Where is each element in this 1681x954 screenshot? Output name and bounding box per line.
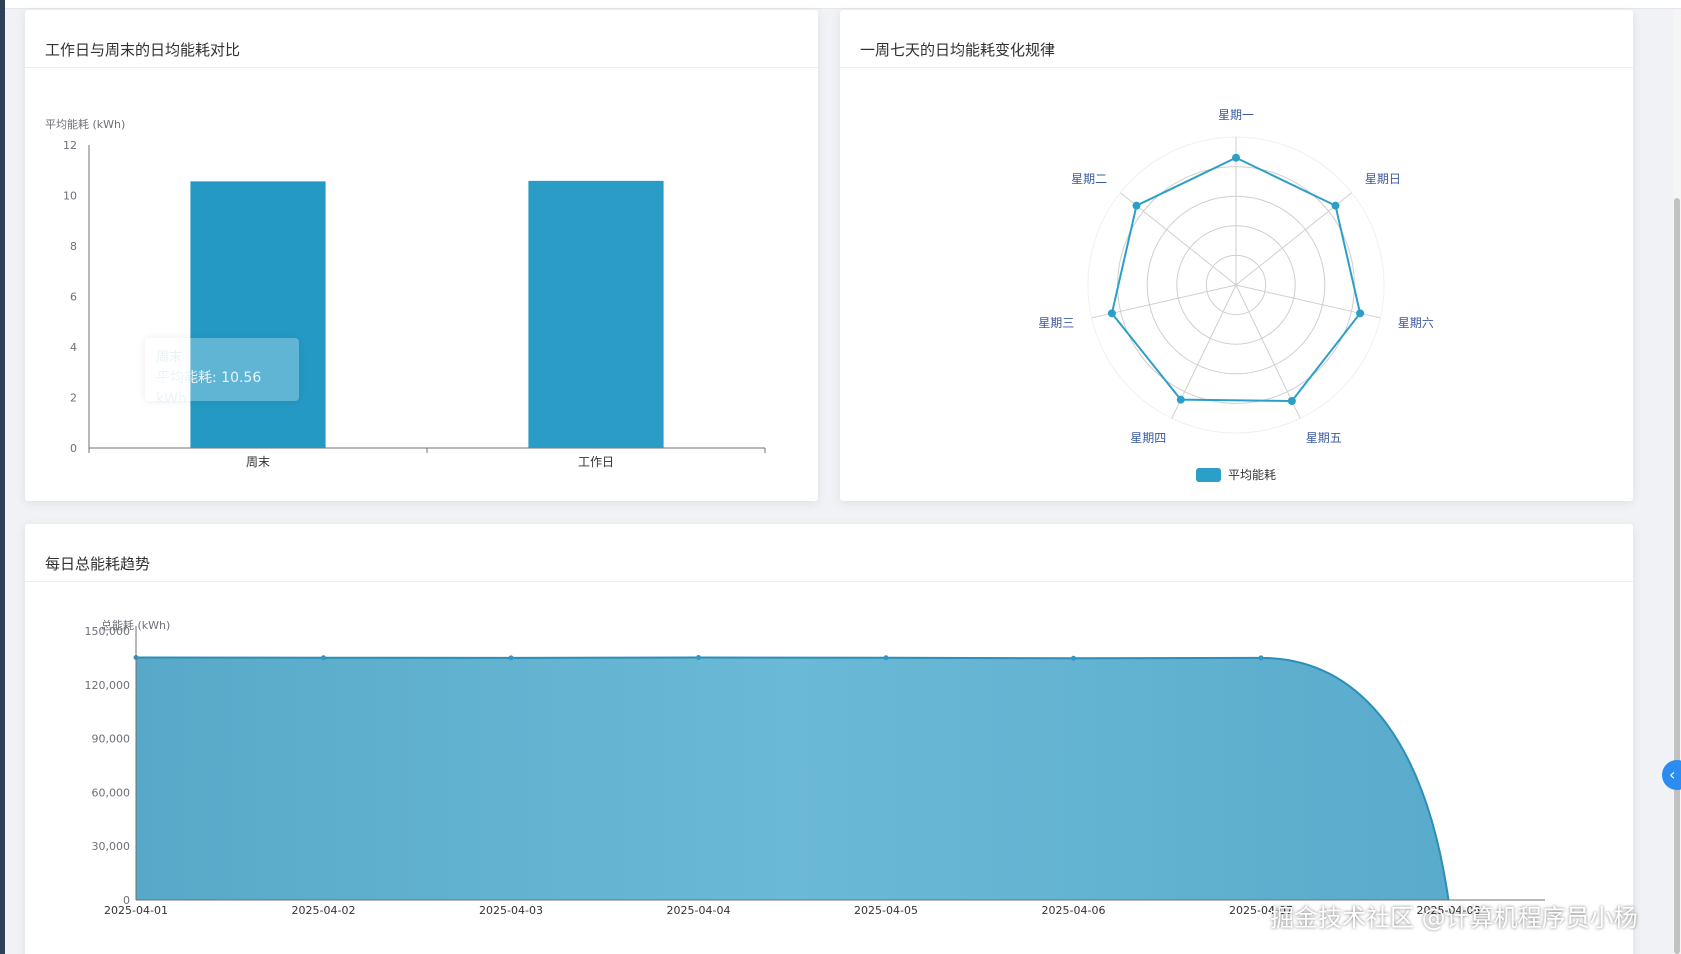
weekday-weekend-card: 工作日与周末的日均能耗对比 平均能耗 (kWh) 0 2 4 6 8 10 12 周末 工作日 周… bbox=[25, 10, 818, 501]
area-point bbox=[1071, 655, 1076, 661]
watermark: 掘金技术社区 @计算机程序员小杨 bbox=[1270, 904, 1638, 932]
radar-point bbox=[1356, 309, 1365, 318]
radar-point bbox=[1331, 201, 1340, 210]
y-tick-label: 12 bbox=[63, 139, 77, 152]
y-tick-label: 120,000 bbox=[85, 679, 131, 692]
x-tick-label: 2025-04-02 bbox=[292, 904, 356, 917]
radar-point bbox=[1132, 201, 1141, 210]
x-tick-label: 工作日 bbox=[578, 455, 614, 469]
y-tick-label: 4 bbox=[70, 341, 77, 354]
radar-indicator-label: 星期四 bbox=[1130, 431, 1166, 445]
y-tick-label: 8 bbox=[70, 240, 77, 253]
y-tick-label: 6 bbox=[70, 291, 77, 304]
chevron-left-icon[interactable]: ‹ bbox=[1662, 760, 1681, 790]
radar-chart: 星期一星期日星期六星期五 星期四 星期三 星期二平均能耗 bbox=[1038, 108, 1434, 482]
x-tick-label: 2025-04-04 bbox=[667, 904, 731, 917]
area-point bbox=[321, 655, 326, 661]
x-tick-label: 2025-04-06 bbox=[1042, 904, 1106, 917]
y-tick-label: 30,000 bbox=[92, 840, 131, 853]
tooltip-value: 平均能耗: 10.56 kWh bbox=[156, 370, 262, 407]
radar-indicator-label: 星期五 bbox=[1306, 431, 1342, 445]
area-point bbox=[883, 655, 889, 661]
area-point bbox=[508, 655, 514, 661]
radar-point bbox=[1176, 395, 1185, 404]
sidebar-edge bbox=[0, 0, 5, 954]
area-chart: 总能耗 (kWh)030,00060,00090,000120,000150,0… bbox=[85, 618, 1545, 917]
x-tick-label: 2025-04-03 bbox=[479, 904, 543, 917]
y-tick-label: 90,000 bbox=[92, 733, 131, 746]
radar-point bbox=[1107, 309, 1116, 318]
radar-indicator-label: 星期三 bbox=[1038, 316, 1074, 330]
y-axis-label: 平均能耗 (kWh) bbox=[45, 117, 125, 131]
bar-chart: 平均能耗 (kWh)024681012周末 工作日 bbox=[45, 117, 766, 469]
chart-tooltip: 周末 平均能耗: 10.56 kWh bbox=[145, 338, 299, 407]
y-tick-label: 0 bbox=[70, 442, 77, 455]
tooltip-category: 周末 bbox=[156, 350, 183, 365]
radar-indicator-label: 星期日 bbox=[1365, 172, 1401, 186]
bar bbox=[528, 180, 664, 449]
area-fill bbox=[136, 657, 1449, 900]
radar-indicator-label: 星期六 bbox=[1398, 316, 1434, 330]
y-tick-label: 10 bbox=[63, 190, 77, 203]
area-point bbox=[1258, 655, 1264, 661]
scrollbar-thumb[interactable] bbox=[1674, 198, 1680, 954]
y-tick-label: 2 bbox=[70, 392, 77, 405]
x-tick-label: 周末 bbox=[246, 455, 270, 469]
radar-point bbox=[1232, 153, 1240, 162]
legend-swatch bbox=[1196, 468, 1221, 482]
top-header-bar bbox=[5, 0, 1681, 9]
y-tick-label: 60,000 bbox=[92, 786, 131, 799]
x-tick-label: 2025-04-01 bbox=[104, 904, 168, 917]
daily-trend-card: 每日总能耗趋势 总能耗 (kWh) 0 30,000 60,000 90,000 120,… bbox=[25, 524, 1633, 954]
area-point bbox=[696, 655, 701, 661]
x-tick-label: 2025-04-05 bbox=[854, 904, 918, 917]
y-tick-label: 150,000 bbox=[85, 625, 131, 638]
radar-indicator-label: 星期二 bbox=[1071, 172, 1107, 186]
legend-label: 平均能耗 bbox=[1228, 468, 1276, 482]
radar-indicator-label: 星期一 bbox=[1218, 108, 1254, 122]
radar-point bbox=[1287, 397, 1296, 406]
weekly-pattern-card: 一周七天的日均能耗变化规律 星期一 星期日 星期六 星期五 星期四 星期三 星期二 平均能耗 bbox=[840, 10, 1633, 501]
